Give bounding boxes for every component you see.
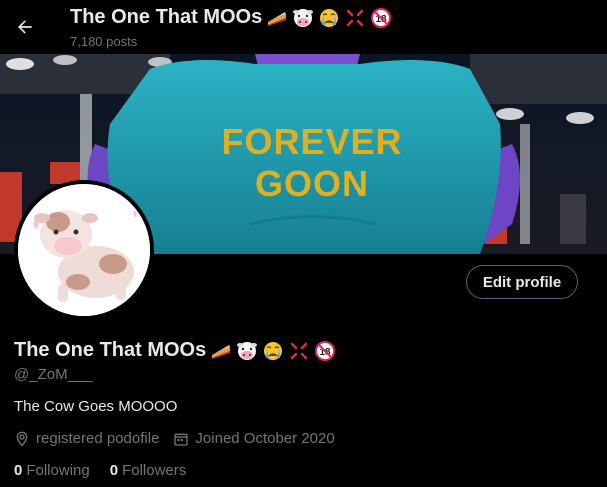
header-title-text: The One That MOOs [70,6,263,28]
no-one-under-18-emoji-icon: 18 [315,340,336,361]
back-arrow-icon [18,20,32,34]
top-header: The One That MOOs 18 7,180 posts [0,0,607,54]
following-link[interactable]: 0 Following [14,462,90,479]
cow-face-emoji-icon [293,8,314,27]
back-button[interactable] [8,10,42,44]
following-count: 0 [14,462,23,479]
header-title: The One That MOOs 18 [70,6,392,29]
crying-face-emoji-icon [320,8,339,27]
follow-stats: 0 Following 0 Followers [14,462,186,479]
location-text: registered podofile [36,430,160,447]
bio: The Cow Goes MOOOO [14,398,178,415]
join-date: Joined October 2020 [173,430,335,447]
no-one-under-18-emoji-icon: 18 [371,7,392,28]
profile-meta: registered podofile Joined October 2020 [14,430,335,447]
pie-emoji-icon [268,11,287,26]
shirt-text-line1: FOREVER [221,121,402,162]
followers-label: Followers [122,462,187,479]
pie-emoji-icon [212,344,231,359]
avatar[interactable] [14,180,154,320]
display-name: The One That MOOs 18 [14,339,336,362]
followers-link[interactable]: 0 Followers [110,462,187,479]
edit-profile-button[interactable]: Edit profile [466,265,578,299]
profile-page: The One That MOOs 18 7,180 posts FOREVER… [0,0,607,487]
anger-symbol-emoji-icon [291,342,308,359]
crying-face-emoji-icon [264,341,283,360]
user-handle: @_ZoM___ [14,366,93,383]
display-name-text: The One That MOOs [14,339,207,361]
location: registered podofile [14,430,159,447]
post-count: 7,180 posts [70,34,138,49]
join-date-text: Joined October 2020 [195,430,335,447]
cow-face-emoji-icon [237,341,258,360]
location-pin-icon [16,431,28,447]
avatar-image [18,184,150,316]
followers-count: 0 [109,462,119,479]
anger-symbol-emoji-icon [347,9,364,26]
shirt-text-line2: GOON [255,163,369,204]
calendar-icon [174,433,189,446]
cow-avatar-icon [18,184,150,316]
following-label: Following [26,462,90,479]
